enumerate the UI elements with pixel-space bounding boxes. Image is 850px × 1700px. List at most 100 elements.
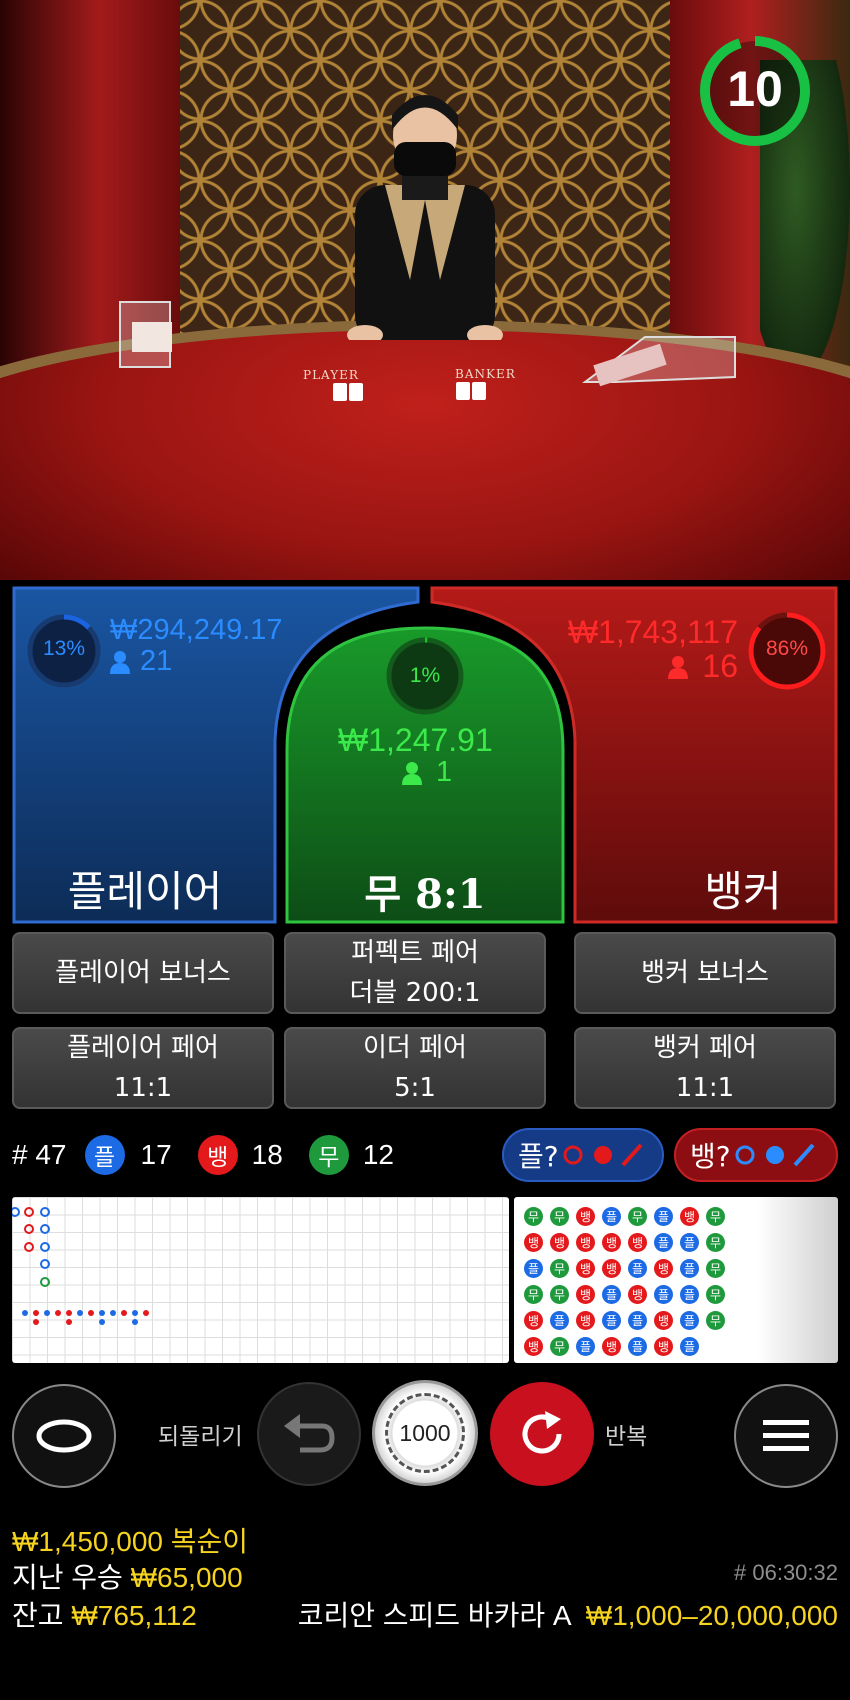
banker-pair-odds: 11:1 <box>675 1073 735 1103</box>
bead-road-cell: 무 <box>550 1337 569 1356</box>
bead-road-cell: 뱅 <box>550 1233 569 1252</box>
bead-road-cell: 뱅 <box>524 1337 543 1356</box>
chip-inner: 1000 <box>385 1393 465 1473</box>
perfect-pair-label: 퍼펙트 페어 <box>351 938 479 968</box>
banker-percent: 86% <box>765 637 809 660</box>
road-circle <box>24 1207 34 1217</box>
perfect-pair-odds: 더블 200:1 <box>349 978 481 1008</box>
bead-road-cell: 뱅 <box>654 1311 673 1330</box>
tie-win-count: 12 <box>362 1139 394 1170</box>
tie-bettors-group: 1 <box>402 756 452 789</box>
bead-road-cell: 플 <box>602 1207 621 1226</box>
road-dot <box>33 1310 39 1316</box>
bead-road-cell: 뱅 <box>576 1233 595 1252</box>
dealer <box>347 95 503 340</box>
chip-selector[interactable]: 1000 <box>372 1380 478 1486</box>
bead-road-cell: 뱅 <box>628 1233 647 1252</box>
banker-pair-button[interactable]: 뱅커 페어 11:1 <box>574 1027 836 1109</box>
bead-road-cell: 뱅 <box>628 1285 647 1304</box>
lobby-button[interactable] <box>12 1384 116 1488</box>
bead-road-cell: 플 <box>680 1311 699 1330</box>
tie-percent: 1% <box>409 664 441 687</box>
road-circle <box>24 1242 34 1252</box>
banker-ask-button[interactable]: 뱅? <box>674 1128 838 1182</box>
repeat-button[interactable] <box>490 1382 594 1486</box>
bead-road-cell: 무 <box>706 1285 725 1304</box>
player-bonus-button[interactable]: 플레이어 보너스 <box>12 932 274 1014</box>
bead-road-cell: 플 <box>654 1285 673 1304</box>
player-ask-button[interactable]: 플? <box>502 1128 664 1182</box>
card-shoe-left <box>119 301 172 368</box>
banker-bettors-group: 16 <box>668 648 738 685</box>
stats-row: # 47 플 17 뱅 18 무 12 <box>12 1135 394 1175</box>
bead-road-cell: 플 <box>628 1259 647 1278</box>
last-win-label: 지난 우승 <box>12 1562 123 1593</box>
player-bettors-group: 21 <box>110 645 172 678</box>
player-cards <box>333 383 365 405</box>
table-banker-label: BANKER <box>455 367 516 381</box>
bead-road-cell: 뱅 <box>524 1311 543 1330</box>
bead-road-cell: 무 <box>706 1207 725 1226</box>
player-count-badge: 플 <box>84 1135 125 1175</box>
either-pair-odds: 5:1 <box>394 1073 436 1103</box>
bead-road-cell: 뱅 <box>602 1337 621 1356</box>
banker-win-count: 18 <box>251 1139 283 1170</box>
bead-road-scoreboard[interactable]: 무무뱅플무플뱅무뱅뱅뱅뱅뱅플플무플무뱅뱅플뱅플무무무뱅플뱅플플무뱅플뱅플플뱅플무… <box>514 1197 838 1363</box>
table-name: 코리안 스피드 바카라 A <box>297 1600 570 1631</box>
player-pair-button[interactable]: 플레이어 페어 11:1 <box>12 1027 274 1109</box>
player-pair-odds: 11:1 <box>113 1073 173 1103</box>
countdown-number: 10 <box>727 61 783 117</box>
bead-road-cell: 뱅 <box>576 1311 595 1330</box>
bead-road-cell: 플 <box>602 1311 621 1330</box>
table-info-line: 코리안 스피드 바카라 A ₩1,000–20,000,000 <box>298 1594 838 1634</box>
bead-road-cell: 무 <box>550 1259 569 1278</box>
banker-bettors-count: 16 <box>702 648 738 684</box>
road-dot <box>22 1310 28 1316</box>
menu-button[interactable] <box>734 1384 838 1488</box>
perfect-pair-button[interactable]: 퍼펙트 페어더블 200:1 <box>284 932 546 1014</box>
road-dot <box>66 1319 72 1325</box>
bead-road-cell: 플 <box>654 1233 673 1252</box>
user-icon <box>668 655 689 679</box>
road-dot <box>132 1319 138 1325</box>
game-round-id: # 06:30:32 <box>734 1560 838 1585</box>
bead-road-cell: 플 <box>628 1311 647 1330</box>
undo-icon <box>284 1414 335 1453</box>
bead-road-cell: 무 <box>524 1207 543 1226</box>
road-dot <box>121 1310 127 1316</box>
banker-count-badge: 뱅 <box>197 1135 238 1175</box>
bead-road-cell: 플 <box>576 1337 595 1356</box>
banker-cards <box>456 382 488 404</box>
bead-road-cell: 플 <box>602 1285 621 1304</box>
bead-road-cell: 뱅 <box>654 1337 673 1356</box>
user-icon <box>110 650 130 674</box>
derived-roads-scoreboard[interactable] <box>12 1197 509 1363</box>
tie-bettors-count: 1 <box>436 756 453 788</box>
road-dot <box>66 1310 72 1316</box>
road-circle <box>24 1224 34 1234</box>
last-winner: ₩1,450,000 복순이 <box>12 1526 249 1557</box>
road-dot <box>132 1310 138 1316</box>
balance-value: ₩765,112 <box>71 1600 197 1631</box>
bead-road-cell: 플 <box>550 1311 569 1330</box>
player-percent: 13% <box>42 637 86 660</box>
road-circle <box>40 1242 50 1252</box>
repeat-label: 반복 <box>605 1423 648 1449</box>
banker-bonus-button[interactable]: 뱅커 보너스 <box>574 932 836 1014</box>
player-ask-road-icons <box>563 1143 643 1167</box>
bead-road-cell: 플 <box>680 1285 699 1304</box>
road-circle <box>40 1259 50 1269</box>
bead-road-cell: 뱅 <box>524 1233 543 1252</box>
bead-road-cell: 무 <box>628 1207 647 1226</box>
player-bettors-count: 21 <box>140 645 173 677</box>
banker-ask-road-icons <box>735 1143 815 1167</box>
balance-label: 잔고 <box>12 1600 64 1631</box>
road-dot <box>99 1319 105 1325</box>
undo-button[interactable] <box>257 1382 361 1486</box>
bead-road-cell: 무 <box>706 1233 725 1252</box>
either-pair-button[interactable]: 이더 페어 5:1 <box>284 1027 546 1109</box>
bead-road-cell: 무 <box>524 1285 543 1304</box>
bead-road-cell: 플 <box>628 1337 647 1356</box>
table-view-icon <box>36 1419 92 1453</box>
last-win-amount: ₩65,000 <box>130 1562 243 1593</box>
